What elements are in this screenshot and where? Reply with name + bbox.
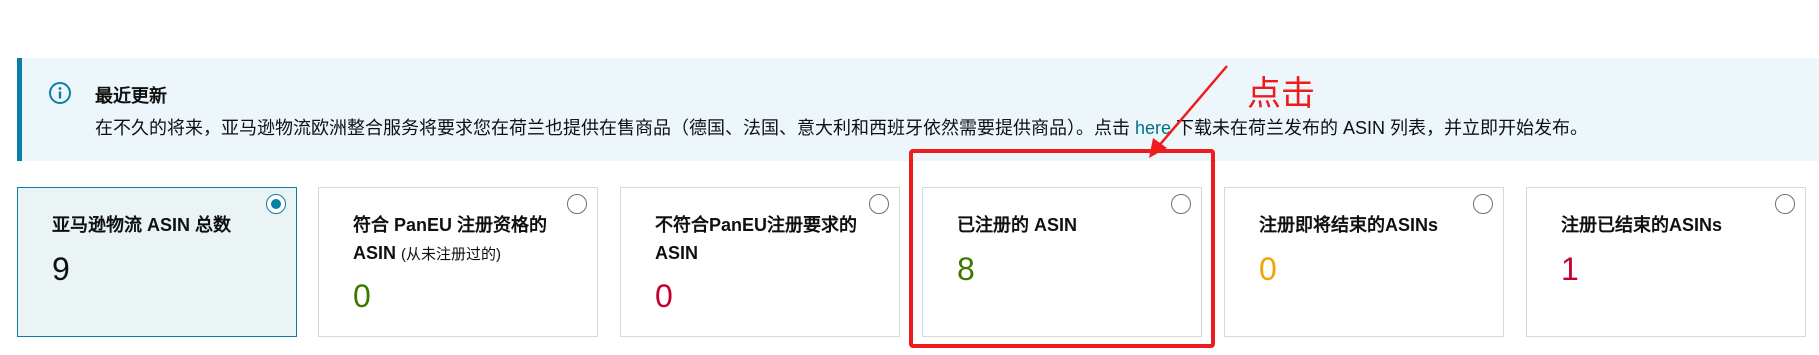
annotation-click-label: 点击 <box>1247 75 1315 113</box>
banner-text-before: 在不久的将来，亚马逊物流欧洲整合服务将要求您在荷兰也提供在售商品（德国、法国、意… <box>95 118 1135 138</box>
card-title: 注册已结束的ASINs <box>1561 215 1723 235</box>
card-value: 0 <box>353 278 371 314</box>
banner-message: 在不久的将来，亚马逊物流欧洲整合服务将要求您在荷兰也提供在售商品（德国、法国、意… <box>95 114 1588 140</box>
card-title: 亚马逊物流 ASIN 总数 <box>52 215 232 235</box>
card-value: 1 <box>1561 251 1579 287</box>
card-total-fba-asins[interactable]: 亚马逊物流 ASIN 总数 9 <box>17 187 297 337</box>
card-subtitle: (从未注册过的) <box>401 246 502 263</box>
annotation-arrow-icon <box>1149 65 1228 158</box>
card-title: 不符合PanEU注册要求的 ASIN <box>655 215 858 263</box>
card-paneu-ineligible[interactable]: 不符合PanEU注册要求的 ASIN 0 <box>620 187 900 337</box>
card-title: 注册即将结束的ASINs <box>1259 215 1439 235</box>
card-registration-ended[interactable]: 注册已结束的ASINs 1 <box>1526 187 1806 337</box>
info-banner: 最近更新 在不久的将来，亚马逊物流欧洲整合服务将要求您在荷兰也提供在售商品（德国… <box>17 58 1819 161</box>
card-registration-ending[interactable]: 注册即将结束的ASINs 0 <box>1224 187 1504 337</box>
info-icon <box>49 82 71 104</box>
card-value: 0 <box>1259 251 1277 287</box>
card-paneu-eligible[interactable]: 符合 PanEU 注册资格的 ASIN (从未注册过的) 0 <box>318 187 598 337</box>
card-value: 0 <box>655 278 673 314</box>
card-title: 符合 PanEU 注册资格的 ASIN (从未注册过的) <box>353 211 573 269</box>
card-value: 9 <box>52 251 70 287</box>
banner-title: 最近更新 <box>95 86 167 106</box>
annotation-highlight-box <box>909 149 1215 348</box>
